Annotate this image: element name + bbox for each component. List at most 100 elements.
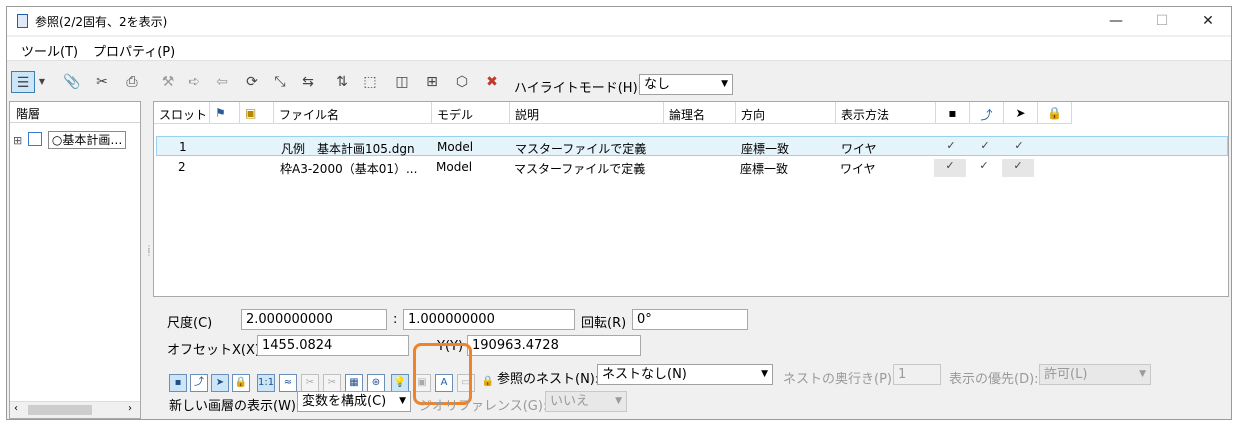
clip-front-icon[interactable]: ✂ <box>323 374 341 392</box>
hierarchy-toggle-icon[interactable]: ☰ <box>11 71 35 93</box>
scale-reference-input[interactable]: 1.000000000 <box>403 309 575 330</box>
raster-icon[interactable]: ▦ <box>345 374 363 392</box>
table-row[interactable]: 2 枠A3-2000（基本01）... Model マスターファイルで定義 座標… <box>156 157 1228 177</box>
locate-toggle-icon[interactable]: ➤ <box>211 374 229 392</box>
georeference-select[interactable]: いいえ ▼ <box>545 391 627 412</box>
nest-label: 参照のネスト(N): <box>497 372 600 387</box>
true-scale-icon[interactable]: 1:1 <box>257 374 275 392</box>
scale-separator: : <box>393 312 398 327</box>
maximize-button[interactable]: ☐ <box>1139 7 1185 35</box>
column-header-description[interactable]: 説明 <box>510 102 664 124</box>
ignore-attachment-icon[interactable]: ✂ <box>301 374 319 392</box>
cell-display: ワイヤ <box>841 142 877 156</box>
snap-toggle-icon[interactable]: ⤴ <box>190 374 208 392</box>
locate-checkbox[interactable]: ✓ <box>1002 159 1034 177</box>
column-header-slot[interactable]: スロット <box>154 102 210 124</box>
new-level-display-label: 新しい画層の表示(W): <box>169 399 301 414</box>
splitter-handle[interactable]: ⋮ ⋮ <box>145 245 153 257</box>
highlight-mode-select[interactable]: なし ▼ <box>639 74 733 95</box>
cell-orientation: 座標一致 <box>740 162 789 176</box>
menu-tools[interactable]: ツール(T) <box>21 41 78 60</box>
level-override-icon[interactable]: ⊛ <box>367 374 385 392</box>
lamp-icon[interactable]: 💡 <box>391 374 409 392</box>
snap-checkbox[interactable]: ✓ <box>968 159 1000 177</box>
cell-display: ワイヤ <box>840 162 876 176</box>
column-header-snap[interactable]: ⤴ <box>970 102 1004 124</box>
column-header-note[interactable]: ▣ <box>240 102 274 124</box>
note-icon: ▣ <box>245 106 257 120</box>
new-level-display-value: 変数を構成(C) <box>302 394 387 409</box>
cell-slot: 2 <box>178 160 186 174</box>
chevron-down-icon: ▼ <box>399 396 406 406</box>
expand-icon[interactable]: ⊞ <box>13 134 22 147</box>
georeference-value: いいえ <box>550 394 590 409</box>
column-header-model[interactable]: モデル <box>432 102 510 124</box>
column-header-locate[interactable]: ➤ <box>1004 102 1038 124</box>
cell-slot: 1 <box>179 140 187 154</box>
clip-boundary-icon[interactable]: ⬚ <box>359 71 381 93</box>
document-icon <box>17 14 28 28</box>
offset-y-input[interactable]: 190963.4728 <box>467 335 641 356</box>
delete-reference-icon[interactable]: ✖ <box>481 71 503 93</box>
linestyle-scale-icon[interactable]: ≈ <box>279 374 297 392</box>
cursor-icon: ➤ <box>1015 106 1026 120</box>
mirror-h-icon[interactable]: ⇆ <box>297 71 319 93</box>
mirror-v-icon[interactable]: ⇅ <box>331 71 353 93</box>
3d-box-icon[interactable]: ⬡ <box>451 71 473 93</box>
offset-x-label: オフセットX(X) <box>167 343 260 358</box>
display-checkbox[interactable]: ✓ <box>935 139 967 157</box>
detach-reference-icon[interactable]: ✂ <box>91 71 113 93</box>
horizontal-scrollbar[interactable]: ‹ › <box>10 401 140 418</box>
chevron-down-icon: ▼ <box>761 369 768 379</box>
column-header-filename[interactable]: ファイル名 <box>274 102 432 124</box>
scrollbar-thumb[interactable] <box>28 405 92 415</box>
cell-description: マスターファイルで定義 <box>515 142 647 156</box>
offset-x-input[interactable]: 1455.0824 <box>257 335 409 356</box>
column-header-flag[interactable]: ⚑ <box>210 102 240 124</box>
chevron-down-icon: ▼ <box>1139 369 1146 379</box>
close-button[interactable]: ✕ <box>1185 7 1231 35</box>
menu-properties[interactable]: プロパティ(P) <box>93 41 175 60</box>
column-header-display-toggle[interactable]: ▪ <box>936 102 970 124</box>
locate-checkbox[interactable]: ✓ <box>1003 139 1035 157</box>
minimize-button[interactable]: — <box>1093 7 1139 35</box>
nest-depth-input[interactable]: 1 <box>893 364 941 385</box>
cell-description: マスターファイルで定義 <box>514 162 646 176</box>
menu-bar: ツール(T) プロパティ(P) <box>7 37 1231 61</box>
hierarchy-pane[interactable]: 階層 ⊞ ○基本計画… ‹ › <box>9 101 141 419</box>
scroll-right-icon[interactable]: › <box>128 403 132 414</box>
nest-select[interactable]: ネストなし(N) ▼ <box>597 364 773 385</box>
nest-depth-label: ネストの奥行き(P): <box>783 372 897 387</box>
window-title: 参照(2/2固有、2を表示) <box>35 15 168 29</box>
column-header-logical-name[interactable]: 論理名 <box>664 102 736 124</box>
column-header-display[interactable]: 表示方法 <box>836 102 936 124</box>
scale-icon[interactable]: ⤡ <box>269 71 291 93</box>
tree-node-root[interactable]: ⊞ ○基本計画… <box>13 131 127 149</box>
cell-filename: 凡例 基本計画105.dgn <box>281 142 415 156</box>
clip-mask-icon[interactable]: ◫ <box>391 71 413 93</box>
reload-reference-icon[interactable]: ⎙ <box>121 71 143 93</box>
rotation-input[interactable]: 0° <box>632 309 748 330</box>
chevron-down-icon[interactable]: ▼ <box>37 71 47 93</box>
snap-checkbox[interactable]: ✓ <box>969 139 1001 157</box>
column-header-orientation[interactable]: 方向 <box>736 102 836 124</box>
move-left-icon[interactable]: ⇦ <box>211 71 233 93</box>
scroll-left-icon[interactable]: ‹ <box>14 403 18 414</box>
clip-delete-icon[interactable]: ⊞ <box>421 71 443 93</box>
cell-orientation: 座標一致 <box>741 142 790 156</box>
nest-lock-icon[interactable]: 🔒 <box>479 374 497 392</box>
attach-reference-icon[interactable]: 📎 <box>61 71 83 93</box>
display-priority-select[interactable]: 許可(L) ▼ <box>1039 364 1151 385</box>
nest-value: ネストなし(N) <box>602 367 687 382</box>
move-right-icon[interactable]: ➪ <box>183 71 205 93</box>
rotate-icon[interactable]: ⟳ <box>241 71 263 93</box>
display-toggle-icon[interactable]: ▪ <box>169 374 187 392</box>
cell-filename: 枠A3-2000（基本01）... <box>280 162 418 176</box>
lock-toggle-icon[interactable]: 🔒 <box>232 374 250 392</box>
scale-master-input[interactable]: 2.000000000 <box>241 309 387 330</box>
display-checkbox[interactable]: ✓ <box>934 159 966 177</box>
table-row[interactable]: 1 凡例 基本計画105.dgn Model マスターファイルで定義 座標一致 … <box>156 136 1228 156</box>
new-level-display-select[interactable]: 変数を構成(C) ▼ <box>297 391 411 412</box>
column-header-lock[interactable]: 🔒 <box>1038 102 1072 124</box>
exchange-icon[interactable]: ⚒ <box>157 71 179 93</box>
